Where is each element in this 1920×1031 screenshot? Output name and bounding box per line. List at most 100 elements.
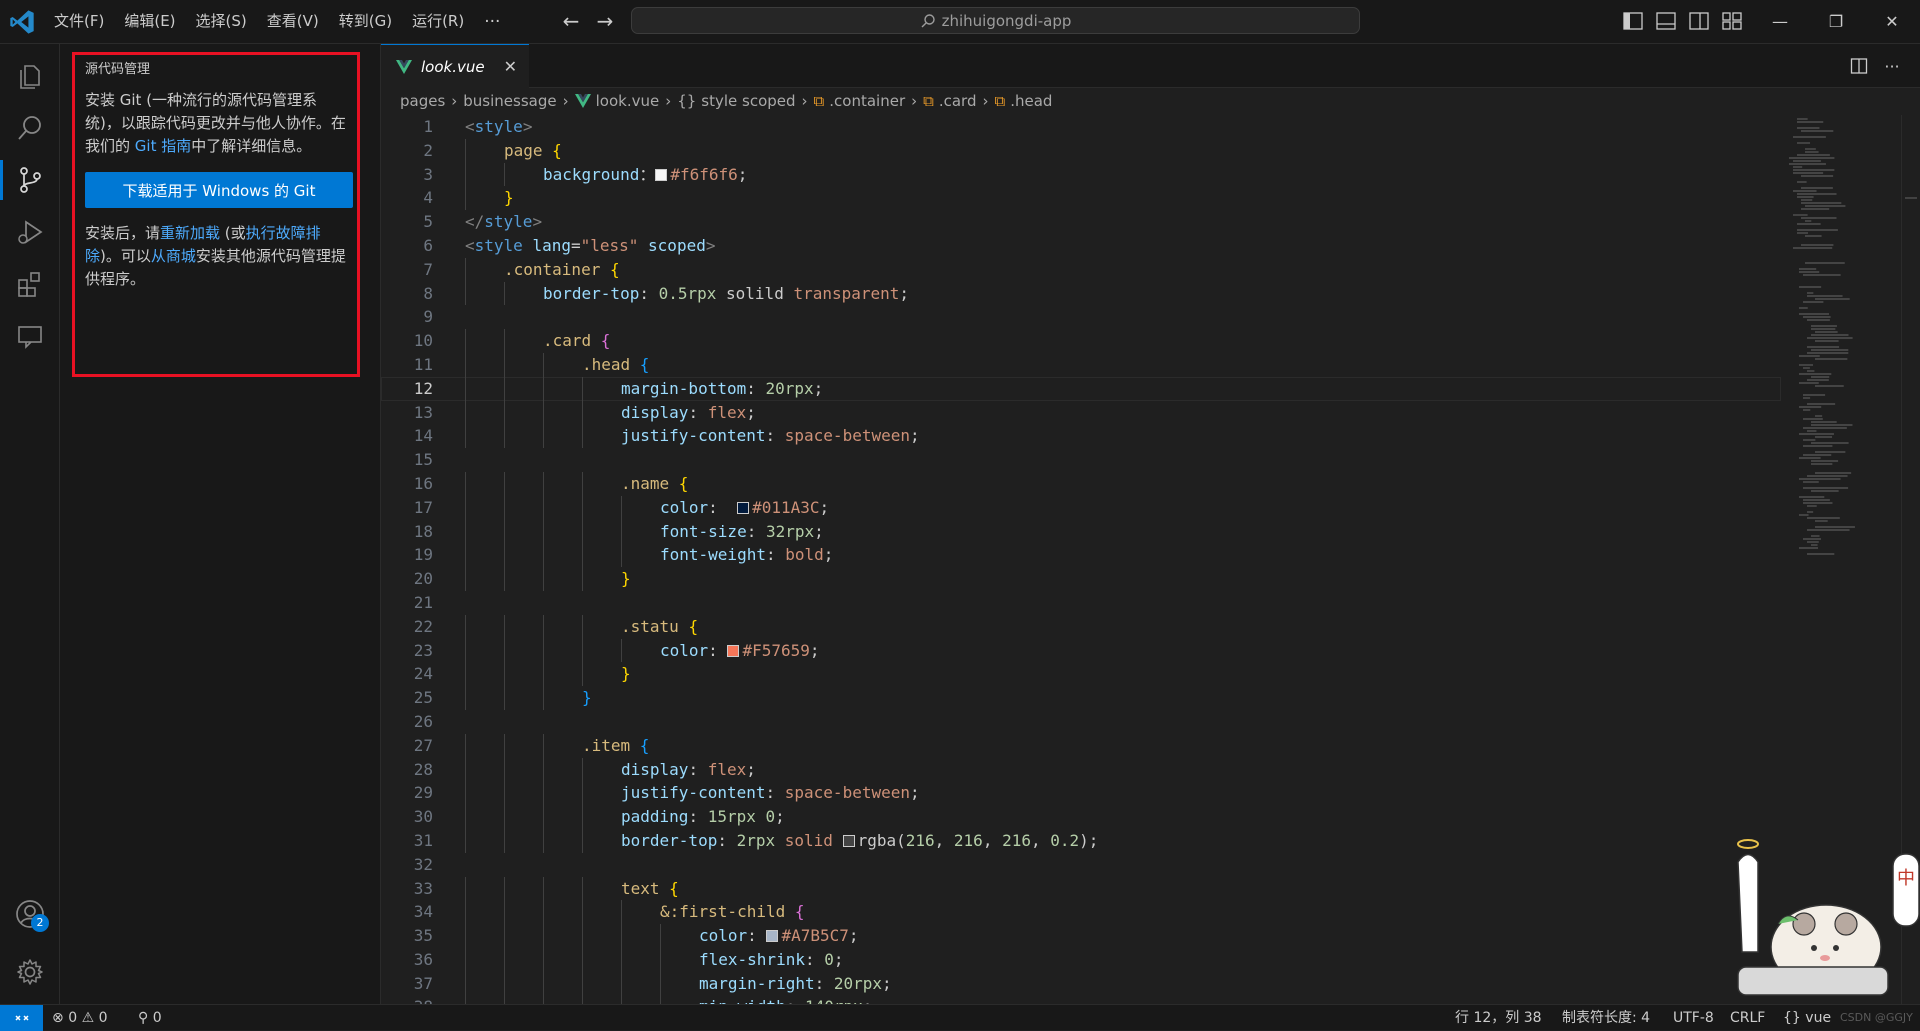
code-line[interactable]: 24} xyxy=(381,662,1781,687)
code-line[interactable]: 29 justify-content: space-between; xyxy=(381,781,1781,806)
line-number: 11 xyxy=(413,354,433,374)
code-line[interactable]: 4} xyxy=(381,186,1781,211)
vue-file-icon xyxy=(574,94,591,108)
encoding-indicator[interactable]: UTF-8 xyxy=(1673,1005,1714,1031)
menu-edit[interactable]: 编辑(E) xyxy=(114,0,185,43)
code-line[interactable]: 23 color: #F57659; xyxy=(381,638,1781,663)
menu-more-button[interactable]: ··· xyxy=(474,12,510,32)
source-control-button[interactable] xyxy=(0,154,59,206)
forward-arrow-icon[interactable]: → xyxy=(592,9,618,35)
accounts-button[interactable]: 2 xyxy=(0,888,59,940)
code-line[interactable]: 38 min-width: 140rpx; xyxy=(381,995,1781,1004)
color-swatch[interactable] xyxy=(655,168,668,181)
back-arrow-icon[interactable]: ← xyxy=(558,9,584,35)
restore-button[interactable]: ❐ xyxy=(1808,0,1864,43)
menu-go[interactable]: 转到(G) xyxy=(329,0,402,43)
run-debug-button[interactable] xyxy=(0,206,59,258)
code-text: <style> xyxy=(465,117,533,136)
code-line[interactable]: 25} xyxy=(381,686,1781,710)
code-line[interactable]: 37 margin-right: 20rpx; xyxy=(381,971,1781,996)
code-line[interactable]: 18 font-size: 32rpx; xyxy=(381,519,1781,544)
code-line[interactable]: 5 </style> xyxy=(381,210,1781,234)
code-line[interactable]: 7 .container { xyxy=(381,257,1781,282)
remote-indicator-button[interactable] xyxy=(0,1005,43,1031)
close-window-button[interactable]: ✕ xyxy=(1864,0,1920,43)
breadcrumb-businessage[interactable]: businessage xyxy=(463,92,556,110)
code-line[interactable]: 3 background： #f6f6f6; xyxy=(381,162,1781,187)
command-center-search[interactable]: zhihuigongdi-app xyxy=(631,7,1360,34)
code-line[interactable]: 35 color: #A7B5C7; xyxy=(381,924,1781,948)
code-line[interactable]: 2 page { xyxy=(381,138,1781,163)
cursor-position[interactable]: 行 12，列 38 xyxy=(1455,1005,1542,1031)
code-editor[interactable]: 1 <style> 2 page {3 background： #f6f6f6; 4} 5 </… xyxy=(381,115,1781,1004)
tab-size-indicator[interactable]: 制表符长度: 4 xyxy=(1562,1005,1650,1031)
color-swatch[interactable] xyxy=(727,644,740,657)
reload-link[interactable]: 重新加载 xyxy=(160,224,220,242)
breadcrumb-head[interactable]: .head xyxy=(1010,92,1052,110)
problems-indicator[interactable]: ⊗ 0 ⚠ 0 xyxy=(52,1005,108,1031)
code-line[interactable]: 20} xyxy=(381,567,1781,591)
menu-view[interactable]: 查看(V) xyxy=(257,0,329,43)
code-line[interactable]: 1 <style> xyxy=(381,115,1781,139)
toggle-panel-icon[interactable] xyxy=(1655,10,1677,32)
code-line[interactable]: 19 font-weight: bold; xyxy=(381,543,1781,568)
manage-button[interactable] xyxy=(0,946,59,998)
code-line[interactable]: 22 .statu { xyxy=(381,614,1781,639)
customize-layout-icon[interactable] xyxy=(1721,10,1743,32)
code-line[interactable]: 12 margin-bottom: 20rpx; xyxy=(381,376,1781,401)
explorer-button[interactable] xyxy=(0,50,59,102)
breadcrumb-style[interactable]: style scoped xyxy=(701,92,795,110)
menu-run[interactable]: 运行(R) xyxy=(402,0,474,43)
code-line[interactable]: 6 <style lang="less" scoped> xyxy=(381,234,1781,258)
remote-explorer-button[interactable] xyxy=(0,310,59,362)
toggle-primary-sidebar-icon[interactable] xyxy=(1622,10,1644,32)
code-line[interactable]: 10 .card { xyxy=(381,329,1781,353)
split-editor-icon[interactable] xyxy=(1847,54,1871,78)
menu-selection[interactable]: 选择(S) xyxy=(186,0,257,43)
code-line[interactable]: 11 .head { xyxy=(381,352,1781,377)
breadcrumb-card[interactable]: .card xyxy=(939,92,977,110)
breadcrumb-file[interactable]: look.vue xyxy=(596,92,660,110)
code-line[interactable]: 26 xyxy=(381,710,1781,734)
code-line[interactable]: 13 display: flex; xyxy=(381,400,1781,425)
search-button[interactable] xyxy=(0,102,59,154)
code-line[interactable]: 31 border-top: 2rpx solid rgba(216, 216, … xyxy=(381,828,1781,853)
git-guide-link[interactable]: Git 指南 xyxy=(135,137,191,155)
line-number: 19 xyxy=(413,545,433,565)
code-line[interactable]: 15 xyxy=(381,448,1781,472)
tab-look-vue[interactable]: look.vue ✕ xyxy=(381,44,529,88)
menu-file[interactable]: 文件(F) xyxy=(44,0,114,43)
breadcrumb-pages[interactable]: pages xyxy=(400,92,445,110)
code-line[interactable]: 9 xyxy=(381,305,1781,329)
code-line[interactable]: 30 padding: 15rpx 0; xyxy=(381,805,1781,829)
code-line[interactable]: 17 color: #011A3C; xyxy=(381,495,1781,520)
tab-close-icon[interactable]: ✕ xyxy=(504,57,517,76)
code-line[interactable]: 27 .item { xyxy=(381,733,1781,758)
download-git-button[interactable]: 下载适用于 Windows 的 Git xyxy=(85,172,353,208)
breadcrumb-container[interactable]: .container xyxy=(829,92,905,110)
marketplace-link[interactable]: 从商城 xyxy=(151,247,196,265)
color-swatch[interactable] xyxy=(737,501,750,514)
extensions-button[interactable] xyxy=(0,258,59,310)
code-text: } xyxy=(582,688,592,708)
code-line[interactable]: 36 flex-shrink: 0; xyxy=(381,947,1781,972)
code-line[interactable]: 8 border-top: 0.5rpx solild transparent; xyxy=(381,281,1781,306)
line-number: 2 xyxy=(423,140,433,160)
code-line[interactable]: 32 xyxy=(381,853,1781,877)
code-line[interactable]: 34 &:first-child { xyxy=(381,900,1781,925)
color-swatch[interactable] xyxy=(766,930,779,943)
more-actions-icon[interactable]: ··· xyxy=(1880,54,1904,78)
eol-indicator[interactable]: CRLF xyxy=(1730,1005,1765,1031)
ports-indicator[interactable]: ⚲ 0 xyxy=(138,1005,162,1031)
code-line[interactable]: 16 .name { xyxy=(381,471,1781,496)
minimap[interactable] xyxy=(1781,115,1901,595)
language-mode[interactable]: {} vue xyxy=(1783,1005,1831,1031)
code-line[interactable]: 33 text { xyxy=(381,876,1781,901)
color-swatch[interactable] xyxy=(842,834,855,847)
minimize-button[interactable]: — xyxy=(1752,0,1808,43)
code-line[interactable]: 28 display: flex; xyxy=(381,757,1781,782)
code-line[interactable]: 21 xyxy=(381,591,1781,615)
code-line[interactable]: 14 justify-content: space-between; xyxy=(381,424,1781,449)
toggle-secondary-sidebar-icon[interactable] xyxy=(1688,10,1710,32)
code-text: } xyxy=(621,664,631,684)
